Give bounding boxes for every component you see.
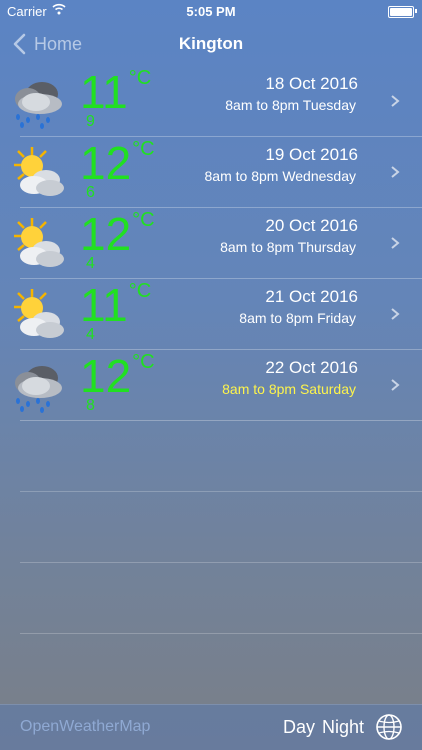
- empty-row: [0, 492, 422, 563]
- night-button[interactable]: Night: [322, 717, 364, 738]
- forecast-date: 18 Oct 2016: [265, 74, 358, 93]
- low-temperature: 4: [86, 255, 95, 272]
- temperature-unit: °C: [132, 209, 155, 231]
- forecast-period: 8am to 8pm Friday: [239, 310, 356, 326]
- forecast-row[interactable]: 12°C 6 19 Oct 2016 8am to 8pm Wednesday: [0, 137, 422, 208]
- temperature-unit: °C: [128, 67, 152, 89]
- status-bar: Carrier 5:05 PM: [0, 0, 422, 22]
- forecast-date: 20 Oct 2016: [265, 216, 358, 235]
- forecast-date: 22 Oct 2016: [265, 358, 358, 377]
- low-temperature: 4: [86, 326, 95, 343]
- low-temperature: 9: [86, 113, 95, 130]
- temperature-number: 12: [80, 208, 132, 260]
- chevron-right-icon: [391, 95, 400, 107]
- forecast-row[interactable]: 11°C 9 18 Oct 2016 8am to 8pm Tuesday: [0, 66, 422, 137]
- status-time: 5:05 PM: [186, 4, 236, 19]
- forecast-row[interactable]: 12°C 8 22 Oct 2016 8am to 8pm Saturday: [0, 350, 422, 421]
- bottom-toolbar: OpenWeatherMap Day Night: [0, 704, 422, 750]
- sun-cloud-icon: [14, 218, 64, 267]
- chevron-right-icon: [391, 379, 400, 391]
- temperature-unit: °C: [132, 138, 155, 160]
- temperature-number: 12: [80, 350, 132, 402]
- forecast-period: 8am to 8pm Wednesday: [204, 168, 357, 184]
- forecast-date: 21 Oct 2016: [265, 287, 358, 306]
- rain-cloud-icon: [15, 82, 62, 129]
- empty-row: [0, 563, 422, 634]
- temperature-number: 11: [80, 279, 128, 331]
- sun-cloud-icon: [14, 289, 64, 338]
- forecast-row[interactable]: 12°C 4 20 Oct 2016 8am to 8pm Thursday: [0, 208, 422, 279]
- forecast-date: 19 Oct 2016: [265, 145, 358, 164]
- battery-tip: [415, 9, 417, 13]
- temperature-number: 11: [80, 66, 128, 118]
- day-button[interactable]: Day: [283, 717, 315, 738]
- forecast-list: 11°C 9 18 Oct 2016 8am to 8pm Tuesday 12…: [0, 66, 422, 634]
- chevron-right-icon: [391, 166, 400, 178]
- temperature-unit: °C: [128, 280, 152, 302]
- rain-cloud-icon: [15, 366, 62, 413]
- forecast-period: 8am to 8pm Tuesday: [225, 97, 356, 113]
- temperature-number: 12: [80, 137, 132, 189]
- openweathermap-link[interactable]: OpenWeatherMap: [20, 718, 150, 736]
- globe-icon[interactable]: [375, 713, 403, 741]
- battery-icon: [388, 6, 414, 18]
- chevron-right-icon: [391, 308, 400, 320]
- forecast-row[interactable]: 11°C 4 21 Oct 2016 8am to 8pm Friday: [0, 279, 422, 350]
- navigation-bar: Home Kington: [0, 22, 422, 66]
- chevron-right-icon: [391, 237, 400, 249]
- forecast-period: 8am to 8pm Thursday: [220, 239, 356, 255]
- low-temperature: 6: [86, 184, 95, 201]
- page-title: Kington: [178, 34, 244, 53]
- sun-cloud-icon: [14, 147, 64, 196]
- low-temperature: 8: [86, 397, 95, 414]
- temperature-unit: °C: [132, 351, 155, 373]
- forecast-period: 8am to 8pm Saturday: [222, 381, 356, 397]
- empty-row: [0, 421, 422, 492]
